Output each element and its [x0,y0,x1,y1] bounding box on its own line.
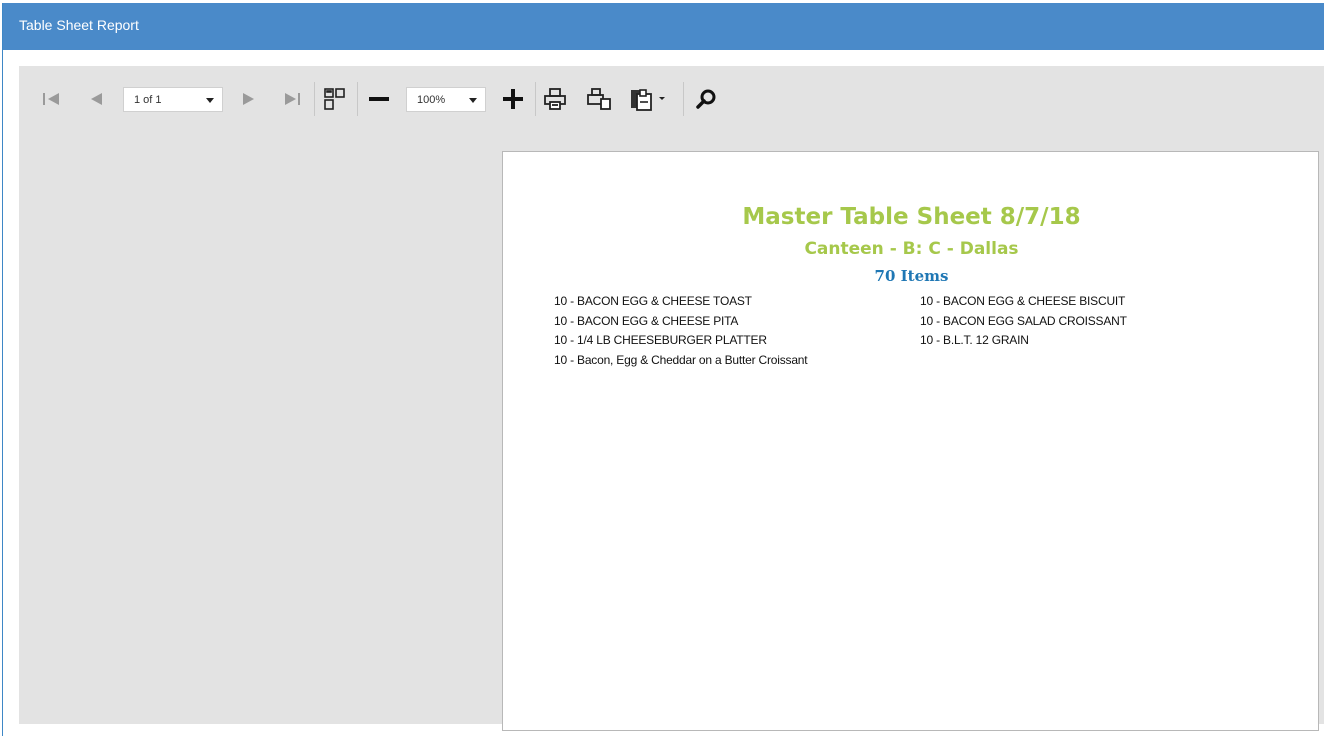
page-selector-value: 1 of 1 [134,94,162,106]
page-selector[interactable]: 1 of 1 [123,87,223,112]
report-page: Master Table Sheet 8/7/18 Canteen - B: C… [502,151,1319,731]
print-page-icon[interactable] [586,86,612,112]
last-page-icon[interactable] [279,86,305,112]
window-title: Table Sheet Report [3,3,1324,50]
zoom-selector[interactable]: 100% [406,87,486,112]
list-item: 10 - BACON EGG SALAD CROISSANT [920,313,1127,328]
chevron-down-icon [206,98,214,103]
multi-page-icon[interactable] [322,86,348,112]
list-item: 10 - Bacon, Egg & Cheddar on a Butter Cr… [554,352,808,367]
list-item: 10 - BACON EGG & CHEESE PITA [554,313,739,328]
viewer-toolbar: 1 of 1 100% [19,66,1324,130]
zoom-selector-value: 100% [417,94,446,106]
toolbar-divider [683,82,684,116]
toolbar-divider [357,82,358,116]
list-item: 10 - 1/4 LB CHEESEBURGER PLATTER [554,333,767,347]
list-item: 10 - BACON EGG & CHEESE TOAST [554,294,752,308]
report-title: Master Table Sheet 8/7/18 [742,204,1081,230]
next-page-icon[interactable] [236,86,262,112]
zoom-out-icon[interactable] [366,86,392,112]
items-list-left: 10 - BACON EGG & CHEESE TOAST 10 - BACON… [554,292,808,370]
toolbar-divider [314,82,315,116]
first-page-icon[interactable] [39,86,65,112]
report-item-count: 70 Items [874,267,949,285]
report-viewer: 1 of 1 100% Master Table Sheet 8/7/18 Ca… [19,66,1324,731]
chevron-down-icon [469,98,477,103]
export-icon[interactable] [629,86,669,112]
zoom-in-icon[interactable] [500,86,526,112]
items-list-right: 10 - BACON EGG & CHEESE BISCUIT 10 - BAC… [920,292,1127,351]
list-item: 10 - BACON EGG & CHEESE BISCUIT [920,294,1126,308]
toolbar-divider [535,82,536,116]
list-item: 10 - B.L.T. 12 GRAIN [920,333,1029,347]
print-icon[interactable] [542,86,568,112]
previous-page-icon[interactable] [83,86,109,112]
search-icon[interactable] [693,86,719,112]
report-subtitle: Canteen - B: C - Dallas [804,239,1019,259]
app-frame: Table Sheet Report 1 of 1 100% Master Ta… [2,3,1324,736]
